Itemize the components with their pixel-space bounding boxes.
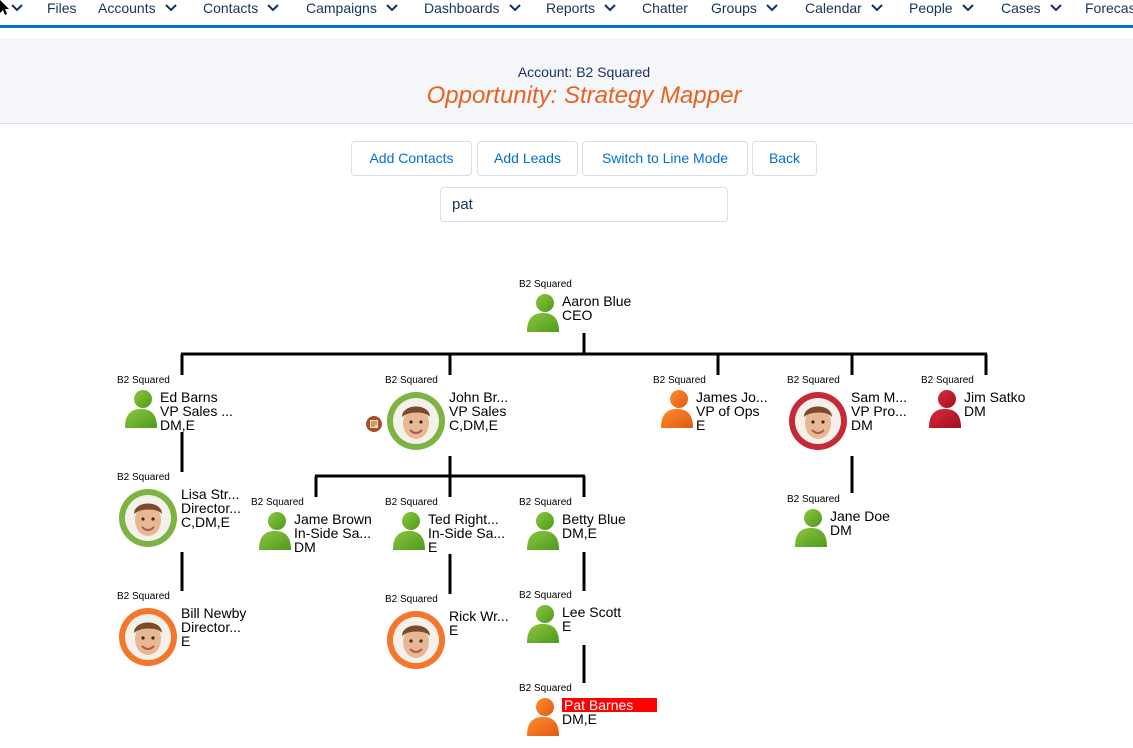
contact-name[interactable]: Pat Barnes bbox=[562, 698, 658, 712]
contact-node-lee[interactable]: B2 Squared Lee Scott E bbox=[519, 590, 621, 643]
contact-node-jane[interactable]: B2 Squared Jane Doe DM bbox=[787, 494, 890, 547]
contact-node-jame[interactable]: B2 Squared Jame Brown In-Side Sa... DM bbox=[251, 497, 372, 554]
contact-name[interactable]: Lee Scott bbox=[562, 605, 621, 619]
contact-title: DM,E bbox=[562, 711, 597, 727]
person-icon[interactable] bbox=[793, 507, 829, 552]
contact-company: B2 Squared bbox=[385, 375, 438, 386]
contact-name[interactable]: Ted Right... bbox=[428, 512, 499, 526]
person-icon[interactable] bbox=[525, 603, 561, 648]
contact-node-ed[interactable]: B2 Squared Ed Barns VP Sales ... DM,E bbox=[117, 375, 233, 432]
contact-company: B2 Squared bbox=[787, 375, 840, 386]
contact-photo-avatar[interactable] bbox=[116, 486, 180, 555]
contact-company: B2 Squared bbox=[251, 497, 304, 508]
contact-node-aaron[interactable]: B2 Squared Aaron Blue CEO bbox=[519, 279, 631, 332]
contact-company: B2 Squared bbox=[921, 375, 974, 386]
contact-title: DM bbox=[830, 522, 852, 538]
contact-name[interactable]: Jim Satko bbox=[964, 390, 1025, 404]
contact-name[interactable]: Rick Wr... bbox=[449, 609, 509, 623]
contact-photo-avatar[interactable] bbox=[786, 389, 850, 458]
contact-title: Director... bbox=[181, 500, 241, 516]
contact-node-james[interactable]: B2 Squared James Jo... VP of Ops E bbox=[653, 375, 768, 432]
contact-name[interactable]: Aaron Blue bbox=[562, 294, 631, 308]
contact-company: B2 Squared bbox=[653, 375, 706, 386]
person-icon[interactable] bbox=[123, 388, 159, 433]
contact-node-lisa[interactable]: B2 Squared Lisa Str... Director... C,DM,E bbox=[117, 472, 241, 547]
contact-name[interactable]: Jane Doe bbox=[830, 509, 890, 523]
contact-company: B2 Squared bbox=[117, 375, 170, 386]
person-icon[interactable] bbox=[525, 696, 561, 741]
contact-title: E bbox=[562, 618, 572, 634]
contact-node-rick[interactable]: B2 Squared Rick Wr... E bbox=[385, 594, 509, 669]
contact-company: B2 Squared bbox=[117, 591, 170, 602]
contact-company: B2 Squared bbox=[519, 590, 572, 601]
contact-role: C,DM,E bbox=[449, 417, 498, 433]
contact-company: B2 Squared bbox=[385, 497, 438, 508]
contact-company: B2 Squared bbox=[385, 594, 438, 605]
contact-title: Director... bbox=[181, 619, 241, 635]
contact-name[interactable]: Jame Brown bbox=[294, 512, 372, 526]
contact-photo-avatar[interactable] bbox=[384, 608, 448, 677]
contact-role: DM bbox=[851, 417, 873, 433]
contact-title: In-Side Sa... bbox=[428, 525, 506, 541]
contact-company: B2 Squared bbox=[519, 497, 572, 508]
contact-title: VP Sales bbox=[449, 403, 507, 419]
contact-role: C,DM,E bbox=[181, 514, 230, 530]
contact-role: E bbox=[428, 539, 438, 555]
contact-photo-avatar[interactable] bbox=[384, 389, 448, 458]
contact-title: DM,E bbox=[562, 525, 597, 541]
contact-node-sam[interactable]: B2 Squared Sam M... VP Pro... DM bbox=[787, 375, 907, 450]
contact-name[interactable]: John Br... bbox=[449, 390, 508, 404]
person-icon[interactable] bbox=[525, 292, 561, 337]
contact-role: E bbox=[181, 633, 191, 649]
contact-company: B2 Squared bbox=[787, 494, 840, 505]
person-icon[interactable] bbox=[927, 388, 963, 433]
contact-name[interactable]: Betty Blue bbox=[562, 512, 626, 526]
contact-title: CEO bbox=[562, 307, 593, 323]
person-icon[interactable] bbox=[257, 510, 293, 555]
contact-company: B2 Squared bbox=[117, 472, 170, 483]
contact-name[interactable]: Lisa Str... bbox=[181, 487, 239, 501]
contact-node-bill[interactable]: B2 Squared Bill Newby Director... E bbox=[117, 591, 246, 666]
contact-name[interactable]: James Jo... bbox=[696, 390, 768, 404]
contact-node-jim[interactable]: B2 Squared Jim Satko DM bbox=[921, 375, 1025, 428]
contact-node-pat[interactable]: B2 Squared Pat Barnes DM,E bbox=[519, 683, 658, 736]
person-icon[interactable] bbox=[525, 510, 561, 555]
contact-node-ted[interactable]: B2 Squared Ted Right... In-Side Sa... E bbox=[385, 497, 505, 554]
contact-role: DM bbox=[294, 539, 316, 555]
contact-title: In-Side Sa... bbox=[294, 525, 372, 541]
note-icon[interactable] bbox=[365, 415, 383, 438]
contact-title: VP Pro... bbox=[851, 403, 907, 419]
contact-name[interactable]: Bill Newby bbox=[181, 606, 246, 620]
contact-name[interactable]: Ed Barns bbox=[160, 390, 218, 404]
person-icon[interactable] bbox=[659, 388, 695, 433]
contact-company: B2 Squared bbox=[519, 683, 572, 694]
contact-node-john[interactable]: B2 Squared John Br... VP Sales C,DM,E bbox=[366, 375, 508, 450]
contact-title: VP of Ops bbox=[696, 403, 760, 419]
contact-photo-avatar[interactable] bbox=[116, 605, 180, 674]
contact-role: DM,E bbox=[160, 417, 195, 433]
contact-title: E bbox=[449, 622, 459, 638]
person-icon[interactable] bbox=[391, 510, 427, 555]
contact-title: DM bbox=[964, 403, 986, 419]
contact-title: VP Sales ... bbox=[160, 403, 233, 419]
contact-company: B2 Squared bbox=[519, 279, 572, 290]
contact-name[interactable]: Sam M... bbox=[851, 390, 907, 404]
contact-node-betty[interactable]: B2 Squared Betty Blue DM,E bbox=[519, 497, 626, 550]
contact-role: E bbox=[696, 417, 706, 433]
